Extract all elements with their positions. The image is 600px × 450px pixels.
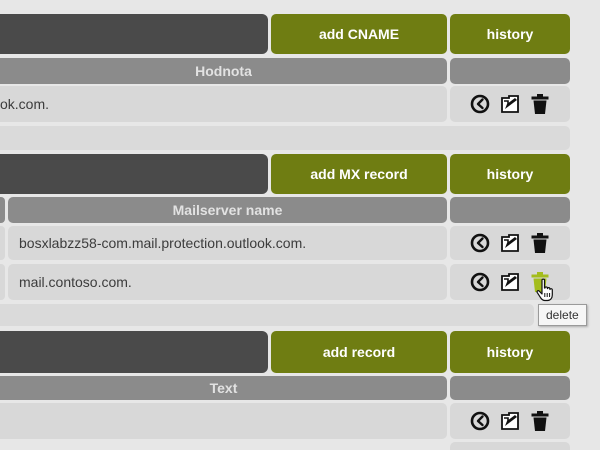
column-header-actions [450, 376, 570, 400]
trash-icon[interactable] [529, 93, 551, 115]
edit-icon[interactable] [499, 232, 521, 254]
add-cname-button[interactable]: add CNAME [271, 14, 447, 54]
table-row: mail.contoso.com. [8, 264, 447, 300]
history-button[interactable]: history [450, 331, 570, 373]
section-header-bar [0, 14, 268, 54]
record-value: ok.com. [0, 96, 50, 112]
column-header-mailserver-name: Mailserver name [8, 197, 447, 223]
column-header-value: Hodnota [0, 58, 447, 84]
delete-tooltip: delete [538, 304, 587, 326]
column-header-actions [450, 197, 570, 223]
mailserver-name: bosxlabzz58-com.mail.protection.outlook.… [19, 235, 307, 251]
table-row-left [0, 264, 5, 300]
table-row: bosxlabzz58-com.mail.protection.outlook.… [8, 226, 447, 260]
edit-icon[interactable] [499, 410, 521, 432]
edit-icon[interactable] [499, 271, 521, 293]
history-clock-icon[interactable] [469, 93, 491, 115]
trash-icon[interactable] [529, 410, 551, 432]
column-header-left [0, 197, 5, 223]
table-row: ok.com. [0, 86, 447, 122]
add-record-button[interactable]: add record [271, 331, 447, 373]
section-spacer [0, 304, 534, 326]
history-clock-icon[interactable] [469, 410, 491, 432]
hand-cursor-icon [536, 278, 558, 304]
table-row-partial [450, 442, 570, 450]
history-clock-icon[interactable] [469, 232, 491, 254]
trash-icon[interactable] [529, 232, 551, 254]
section-header-bar [0, 331, 268, 373]
row-actions [450, 86, 570, 122]
section-header-bar [0, 154, 268, 194]
column-header-text: Text [0, 376, 447, 400]
table-row [0, 403, 447, 439]
history-clock-icon[interactable] [469, 271, 491, 293]
row-actions [450, 226, 570, 260]
column-header-actions [450, 58, 570, 84]
section-spacer [0, 126, 570, 150]
row-actions [450, 403, 570, 439]
edit-icon[interactable] [499, 93, 521, 115]
add-mx-record-button[interactable]: add MX record [271, 154, 447, 194]
history-button[interactable]: history [450, 154, 570, 194]
history-button[interactable]: history [450, 14, 570, 54]
mailserver-name: mail.contoso.com. [19, 274, 132, 290]
table-row-left [0, 226, 5, 260]
